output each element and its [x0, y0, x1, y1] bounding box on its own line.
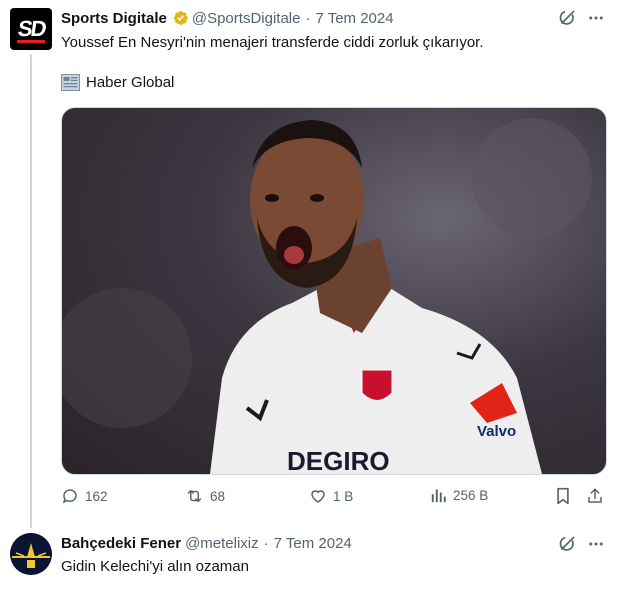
reply-avatar-graphic — [10, 533, 52, 575]
tweet-source-line: Haber Global — [61, 74, 174, 91]
main-tweet[interactable]: SD Sports Digitale @SportsDigitale · 7 T… — [0, 0, 629, 528]
reply-button[interactable]: 162 — [61, 487, 108, 505]
reply-grok-icon[interactable] — [556, 533, 578, 555]
like-icon — [311, 490, 325, 503]
source-text: Haber Global — [86, 74, 175, 91]
reply-more-icon[interactable] — [585, 533, 607, 555]
like-button[interactable]: 1 B — [309, 487, 353, 505]
share-button[interactable] — [586, 487, 610, 505]
reply-header: Bahçedeki Fener @metelixiz · 7 Tem 2024 — [61, 535, 352, 552]
reply-author-avatar[interactable] — [10, 533, 52, 575]
reply-count: 162 — [85, 488, 108, 504]
reply-author-name[interactable]: Bahçedeki Fener — [61, 535, 181, 552]
newspaper-icon — [61, 74, 80, 91]
views-icon — [431, 489, 446, 503]
bookmark-icon — [557, 487, 569, 505]
views-button[interactable]: 256 B — [431, 487, 488, 503]
like-count: 1 B — [333, 488, 354, 504]
author-avatar[interactable]: SD — [10, 8, 52, 50]
author-name[interactable]: Sports Digitale — [61, 10, 167, 27]
author-handle[interactable]: @SportsDigitale — [192, 10, 301, 27]
reply-date[interactable]: 7 Tem 2024 — [274, 535, 352, 552]
repost-icon — [187, 490, 202, 502]
footballer-photo: DEGIRO Valvo — [62, 118, 592, 474]
reply-author-handle[interactable]: @metelixiz — [185, 535, 259, 552]
verified-badge-icon — [173, 11, 188, 25]
tweet-header: Sports Digitale @SportsDigitale · 7 Tem … — [61, 9, 394, 27]
header-separator: · — [305, 9, 311, 27]
share-icon — [588, 488, 602, 503]
tweet-image[interactable]: DEGIRO Valvo — [61, 107, 607, 475]
tweet-date[interactable]: 7 Tem 2024 — [315, 10, 393, 27]
more-icon[interactable] — [585, 7, 607, 29]
repost-button[interactable]: 68 — [185, 487, 225, 505]
grok-icon[interactable] — [556, 7, 578, 29]
thread-line — [30, 54, 32, 528]
avatar-bar — [17, 40, 45, 43]
views-count: 256 B — [453, 487, 489, 503]
tweet-actions: 162 68 1 B 256 B — [61, 487, 611, 509]
reply-icon — [62, 489, 77, 504]
reply-text: Gidin Kelechi'yi alın ozaman — [61, 558, 249, 575]
avatar-text: SD — [16, 16, 47, 41]
reply-header-separator: · — [263, 535, 269, 552]
tweet-text: Youssef En Nesyri'nin menajeri transferd… — [61, 34, 484, 51]
bookmark-button[interactable] — [555, 487, 577, 505]
reply-tweet[interactable]: Bahçedeki Fener @metelixiz · 7 Tem 2024 … — [0, 525, 629, 589]
svg-text:Valvo: Valvo — [477, 423, 516, 440]
svg-text:DEGIRO: DEGIRO — [287, 446, 390, 474]
repost-count: 68 — [210, 488, 226, 504]
